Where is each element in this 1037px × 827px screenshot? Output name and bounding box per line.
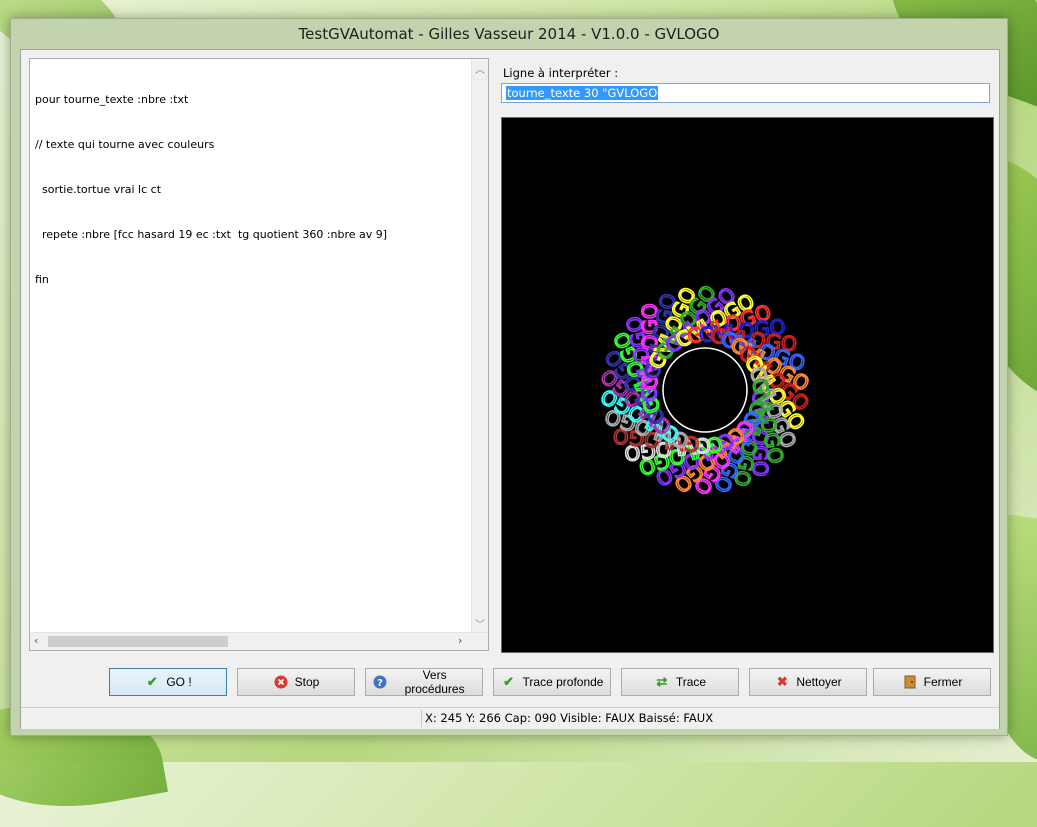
procedures-button[interactable]: ? Vers procédures [365,668,483,696]
go-button-label: GO ! [166,675,192,689]
check-icon: ✔ [503,674,514,689]
stop-button-label: Stop [294,675,320,689]
window-title: TestGVAutomat - Gilles Vasseur 2014 - V1… [298,25,720,43]
code-lines[interactable]: pour tourne_texte :nbre :txt // texte qu… [35,62,387,317]
turtle-drawing: GVLOGOGVLOGOGVLOGOGVLOGOGVLOGOGVLOGOGVLO… [595,280,815,500]
interpreter-input-value: tourne_texte 30 "GVLOGO [506,86,659,100]
code-line: fin [35,273,49,286]
code-line: // texte qui tourne avec couleurs [35,138,215,151]
client-area: pour tourne_texte :nbre :txt // texte qu… [20,49,1000,729]
deep-trace-button-label: Trace profonde [522,675,604,689]
clear-button-label: Nettoyer [796,675,842,689]
code-line: repete :nbre [fcc hasard 19 ec :txt tg q… [35,228,388,241]
turtle-circle [662,347,748,433]
scroll-right-icon[interactable]: › [458,634,462,647]
deep-trace-button[interactable]: ✔ Trace profonde [493,668,611,696]
scrollbar-thumb[interactable] [48,636,228,647]
close-button-label: Fermer [923,675,963,689]
refresh-icon: ⇄ [656,674,668,689]
code-editor[interactable]: pour tourne_texte :nbre :txt // texte qu… [29,58,489,651]
code-line: sortie.tortue vrai lc ct [35,183,162,196]
scroll-up-icon[interactable]: ︿ [475,61,485,76]
status-text: X: 245 Y: 266 Cap: 090 Visible: FAUX Bai… [425,711,714,725]
scroll-left-icon[interactable]: ‹ [34,634,38,647]
check-icon: ✔ [146,674,158,689]
scroll-down-icon[interactable]: ﹀ [475,616,485,631]
door-icon [902,674,918,690]
stop-icon [273,674,289,690]
x-icon: ✖ [776,674,788,689]
trace-button-label: Trace [675,675,707,689]
help-icon: ? [372,674,387,690]
svg-text:?: ? [377,678,383,689]
clear-button[interactable]: ✖ Nettoyer [749,668,867,696]
interpreter-label: Ligne à interpréter : [503,66,619,80]
status-separator [421,710,422,727]
status-bar: X: 245 Y: 266 Cap: 090 Visible: FAUX Bai… [21,707,999,729]
code-line: pour tourne_texte :nbre :txt [35,93,189,106]
procedures-button-label: Vers procédures [404,668,465,696]
vertical-scrollbar[interactable]: ︿ ﹀ [471,59,488,633]
horizontal-scrollbar[interactable]: ‹ › [30,632,488,650]
close-button[interactable]: Fermer [873,668,991,696]
stop-button[interactable]: Stop [237,668,355,696]
scrollbar-corner [472,633,488,650]
interpreter-input[interactable]: tourne_texte 30 "GVLOGO [501,83,990,103]
go-button[interactable]: ✔ GO ! [109,668,227,696]
turtle-canvas[interactable]: GVLOGO GVLOGO GVLOGO GVLOGO GVLOGO GVLOGO GVLO… [501,117,994,653]
trace-button[interactable]: ⇄ Trace [621,668,739,696]
app-window: TestGVAutomat - Gilles Vasseur 2014 - V1… [10,18,1008,736]
